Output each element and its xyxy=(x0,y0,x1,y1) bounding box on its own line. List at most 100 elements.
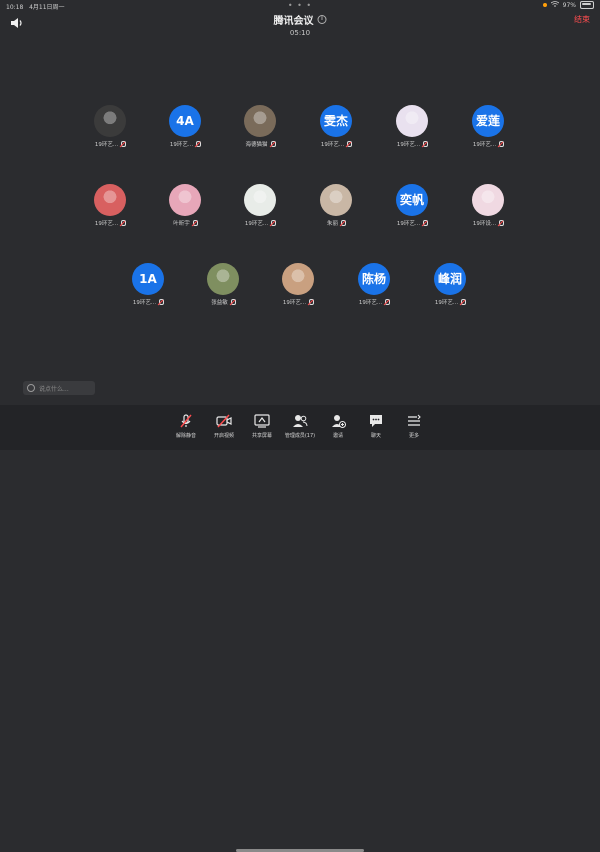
more-button[interactable]: 更多 xyxy=(394,413,434,439)
mic-muted-icon xyxy=(498,219,505,227)
participant-name-row: 19环艺... xyxy=(425,298,475,306)
mic-muted-icon xyxy=(498,140,505,148)
participant-name: 19环艺... xyxy=(132,300,157,306)
more-label: 更多 xyxy=(408,433,419,439)
participant-tile[interactable]: 4A 19环艺... xyxy=(160,105,210,148)
participant-tile[interactable]: 1A 19环艺... xyxy=(123,263,173,306)
participant-avatar xyxy=(244,105,276,137)
participant-name: 19环艺... xyxy=(244,221,269,227)
start-video-button[interactable]: 开启视频 xyxy=(204,413,244,439)
participant-name: 19环艺... xyxy=(434,300,459,306)
chat-input[interactable]: 说点什么... xyxy=(23,381,95,395)
participant-tile[interactable]: 叶昕宇 xyxy=(160,184,210,227)
participant-name-row: 19环艺... xyxy=(387,219,437,227)
mic-muted-icon xyxy=(120,219,127,227)
unmute-button[interactable]: 解除静音 xyxy=(166,413,206,439)
participant-name: 19环艺... xyxy=(169,142,194,148)
participant-avatar: 爱莲 xyxy=(472,105,504,137)
start-video-label: 开启视频 xyxy=(213,433,234,439)
participant-tile[interactable]: 朱丽 xyxy=(311,184,361,227)
participant-avatar: 峰润 xyxy=(434,263,466,295)
info-icon[interactable]: i xyxy=(317,15,327,24)
participant-avatar: 陈杨 xyxy=(358,263,390,295)
participant-tile[interactable]: 奕帆 19环艺... xyxy=(387,184,437,227)
share-screen-label: 共享屏幕 xyxy=(251,433,272,439)
participant-name: 19环艺... xyxy=(94,221,119,227)
participant-name-row: 19环艺... xyxy=(85,219,135,227)
add-user-icon xyxy=(332,415,346,428)
mic-muted-icon xyxy=(158,298,165,306)
participant-name-row: 19环艺... xyxy=(387,140,437,148)
chat-label: 聊天 xyxy=(370,433,381,439)
participant-name-row: 19环艺... xyxy=(463,140,513,148)
participant-avatar: 雯杰 xyxy=(320,105,352,137)
participant-avatar: 4A xyxy=(169,105,201,137)
unmute-label: 解除静音 xyxy=(175,433,196,439)
participant-tile[interactable]: 19环艺... xyxy=(85,184,135,227)
share-screen-button[interactable]: 共享屏幕 xyxy=(242,413,282,439)
participant-tile[interactable]: 19环艺... xyxy=(273,263,323,306)
mic-muted-icon xyxy=(180,414,192,428)
meeting-title-area[interactable]: 腾讯会议 i 05:10 xyxy=(274,9,327,37)
participant-tile[interactable]: 雯杰 19环艺... xyxy=(311,105,361,148)
participant-tile[interactable]: 陈杨 19环艺... xyxy=(349,263,399,306)
participant-name: 张益敏 xyxy=(211,300,228,306)
mic-muted-icon xyxy=(422,140,429,148)
speaker-icon[interactable] xyxy=(10,14,24,28)
invite-label: 邀请 xyxy=(332,433,343,439)
manage-members-button[interactable]: 管理成员(17) xyxy=(280,413,320,439)
participant-tile[interactable]: 19环设... xyxy=(463,184,513,227)
chat-bubble-icon xyxy=(370,415,382,427)
participant-tile[interactable]: 19环艺... xyxy=(387,105,437,148)
participant-avatar xyxy=(472,184,504,216)
participant-avatar: 奕帆 xyxy=(396,184,428,216)
mic-muted-icon xyxy=(346,140,353,148)
mic-muted-icon xyxy=(270,219,277,227)
mic-muted-icon xyxy=(270,140,276,148)
mic-muted-icon xyxy=(195,140,202,148)
bottom-toolbar: 解除静音 开启视频 共享屏幕 管理成员(17) 邀请 聊天 更多 xyxy=(0,405,600,852)
participant-avatar xyxy=(320,184,352,216)
participant-avatar xyxy=(207,263,239,295)
participant-name: 19环艺... xyxy=(472,142,497,148)
video-off-icon xyxy=(216,414,232,428)
participant-name-row: 19环艺... xyxy=(123,298,173,306)
participant-name-row: 19环艺... xyxy=(273,298,323,306)
mic-muted-icon xyxy=(120,140,127,148)
mic-muted-icon xyxy=(340,219,346,227)
participant-name: 19环设... xyxy=(472,221,497,227)
participant-tile[interactable]: 张益敏 xyxy=(198,263,248,306)
participant-name-row: 19环艺... xyxy=(311,140,361,148)
participant-tile[interactable]: 19环艺... xyxy=(85,105,135,148)
participant-tile[interactable]: 海德猫猫 xyxy=(235,105,285,148)
chat-placeholder: 说点什么... xyxy=(39,385,69,393)
participant-tile[interactable]: 19环艺... xyxy=(235,184,285,227)
participant-name: 19环艺... xyxy=(358,300,383,306)
meeting-title: 腾讯会议 i xyxy=(274,12,327,27)
emoji-icon[interactable] xyxy=(27,384,35,392)
participant-name-row: 19环艺... xyxy=(235,219,285,227)
participant-name: 19环艺... xyxy=(396,142,421,148)
mic-muted-icon xyxy=(308,298,315,306)
participant-avatar xyxy=(169,184,201,216)
mic-muted-icon xyxy=(192,219,198,227)
participant-name-row: 19环设... xyxy=(463,219,513,227)
participant-avatar xyxy=(94,105,126,137)
participant-tile[interactable]: 爱莲 19环艺... xyxy=(463,105,513,148)
participant-name-row: 19环艺... xyxy=(85,140,135,148)
mic-muted-icon xyxy=(230,298,236,306)
mic-muted-icon xyxy=(422,219,429,227)
participant-name-row: 张益敏 xyxy=(198,298,248,306)
participant-name: 19环艺... xyxy=(94,142,119,148)
participant-name: 19环艺... xyxy=(320,142,345,148)
participant-name: 叶昕宇 xyxy=(173,221,190,227)
participant-avatar xyxy=(282,263,314,295)
participant-name: 朱丽 xyxy=(326,221,338,227)
end-meeting-button[interactable]: 结束 xyxy=(574,14,590,25)
participant-tile[interactable]: 峰润 19环艺... xyxy=(425,263,475,306)
invite-button[interactable]: 邀请 xyxy=(318,413,358,439)
chat-button[interactable]: 聊天 xyxy=(356,413,396,439)
participant-avatar xyxy=(244,184,276,216)
participant-name-row: 叶昕宇 xyxy=(160,219,210,227)
participant-name: 19环艺... xyxy=(282,300,307,306)
